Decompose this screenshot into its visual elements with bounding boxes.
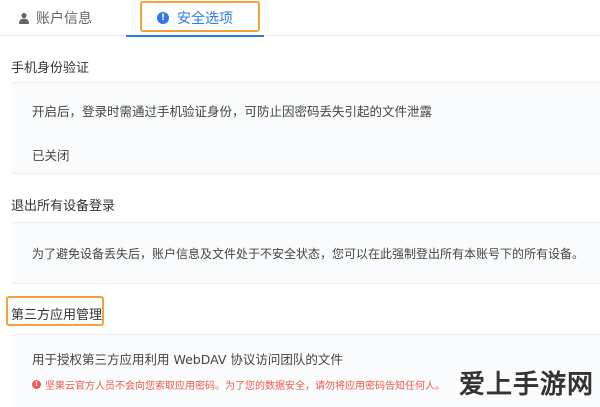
user-icon	[18, 12, 30, 24]
third-party-warning-text: 坚果云官方人员不会向您索取应用密码。为了您的数据安全，请勿将应用密码告知任何人。	[45, 381, 445, 392]
section-title-logout-all: 退出所有设备登录	[11, 199, 116, 214]
card-phone-verification: 开启后，登录时需通过手机验证身份，可防止因密码丢失引起的文件泄露 已关闭	[12, 82, 600, 174]
logout-all-description: 为了避免设备丢失后，账户信息及文件处于不安全状态，您可以在此强制登出所有本账号下…	[32, 247, 585, 261]
section-title-phone-verification: 手机身份验证	[11, 61, 90, 76]
phone-verification-status[interactable]: 已关闭	[32, 145, 70, 164]
active-tab-indicator	[126, 35, 264, 37]
security-settings-page: 账户信息 ! 安全选项 手机身份验证 开启后，登录时需通过手机验证身份，可防止因…	[0, 0, 600, 407]
phone-verification-description: 开启后，登录时需通过手机验证身份，可防止因密码丢失引起的文件泄露	[32, 104, 433, 119]
tab-security-options-label: 安全选项	[177, 11, 233, 27]
tab-bar: 账户信息 ! 安全选项	[0, 0, 600, 37]
tab-account-info[interactable]: 账户信息	[18, 0, 92, 36]
info-icon: !	[157, 12, 169, 24]
card-logout-all: 为了避免设备丢失后，账户信息及文件处于不安全状态，您可以在此强制登出所有本账号下…	[12, 222, 600, 284]
third-party-warning: ! 坚果云官方人员不会向您索取应用密码。为了您的数据安全，请勿将应用密码告知任何…	[32, 377, 445, 392]
watermark-logo: 爱上手游网	[458, 370, 594, 400]
tab-security-options[interactable]: ! 安全选项	[126, 0, 264, 37]
tab-account-info-label: 账户信息	[36, 11, 92, 27]
warning-icon: !	[32, 380, 41, 389]
section-title-third-party: 第三方应用管理	[11, 308, 103, 323]
third-party-description: 用于授权第三方应用利用 WebDAV 协议访问团队的文件	[32, 352, 343, 367]
